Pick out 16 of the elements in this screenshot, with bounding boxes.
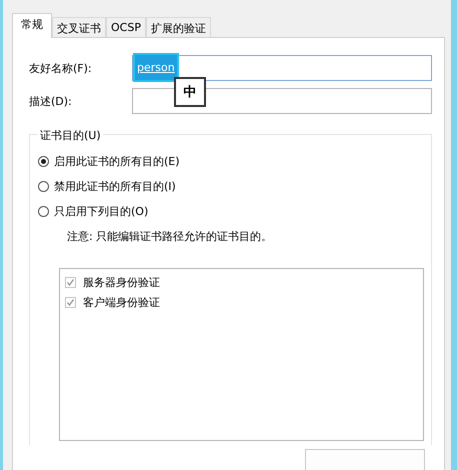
radio-button[interactable] <box>38 156 49 167</box>
tab[interactable]: 扩展的验证 <box>146 17 211 37</box>
radio-label[interactable]: 只启用下列目的(O) <box>54 204 148 219</box>
group-title: 证书目的(U) <box>38 128 103 143</box>
radio-button[interactable] <box>38 206 49 217</box>
tab[interactable]: OCSP <box>106 17 146 37</box>
radio-button[interactable] <box>38 181 49 192</box>
tab[interactable]: 交叉证书 <box>52 17 106 37</box>
radio-label[interactable]: 启用此证书的所有目的(E) <box>54 154 180 169</box>
radio-label[interactable]: 禁用此证书的所有目的(I) <box>54 179 176 194</box>
tab[interactable]: 常规 <box>12 13 52 38</box>
field-value: person <box>133 53 179 82</box>
ime-mode-indicator: 中 <box>174 77 206 107</box>
field-label: 友好名称(F): <box>29 60 93 76</box>
note-text: 注意: 只能编辑证书路径允许的证书目的。 <box>67 229 274 244</box>
field-label: 描述(D): <box>29 94 73 108</box>
